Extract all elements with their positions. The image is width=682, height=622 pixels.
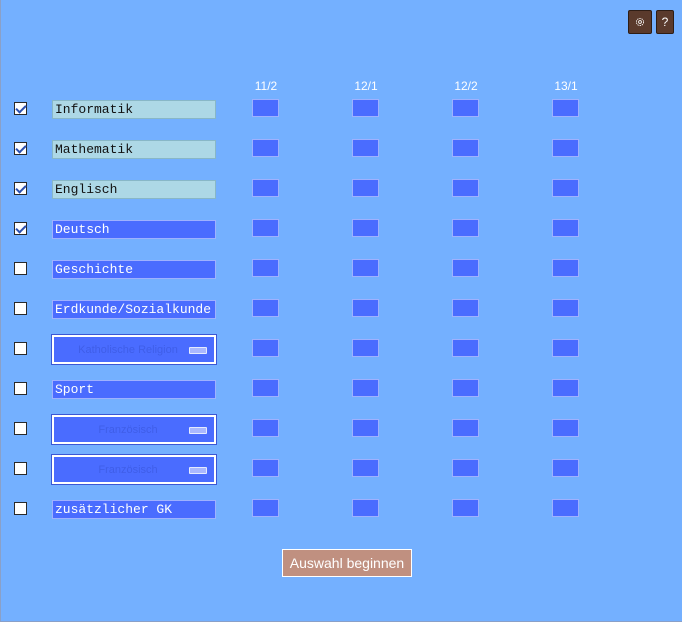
semester-cell[interactable]: [552, 299, 579, 317]
settings-gear-icon: [636, 18, 644, 26]
semester-cell[interactable]: [252, 379, 279, 397]
subject-checkbox-8[interactable]: [14, 382, 27, 395]
semester-cell[interactable]: [252, 99, 279, 117]
subject-field-11[interactable]: zusätzlicher GK: [52, 500, 216, 519]
column-header-4: 13/1: [554, 79, 578, 93]
semester-cell[interactable]: [252, 299, 279, 317]
semester-cell[interactable]: [452, 499, 479, 517]
start-selection-button[interactable]: Auswahl beginnen: [282, 549, 412, 577]
semester-cell[interactable]: [352, 259, 379, 277]
semester-cell[interactable]: [352, 499, 379, 517]
semester-cell[interactable]: [452, 219, 479, 237]
subject-dropdown-label: Katholische Religion: [78, 343, 178, 356]
semester-cell[interactable]: [352, 219, 379, 237]
semester-cell[interactable]: [452, 299, 479, 317]
semester-cell[interactable]: [252, 499, 279, 517]
help-icon: ?: [661, 15, 669, 29]
semester-cell[interactable]: [452, 379, 479, 397]
semester-cell[interactable]: [452, 419, 479, 437]
semester-cell[interactable]: [552, 259, 579, 277]
subject-checkbox-9[interactable]: [14, 422, 27, 435]
help-button[interactable]: ?: [656, 10, 674, 34]
semester-cell[interactable]: [452, 99, 479, 117]
subject-dropdown-7[interactable]: Katholische Religion: [51, 334, 217, 365]
semester-cell[interactable]: [352, 299, 379, 317]
semester-cell[interactable]: [552, 219, 579, 237]
settings-button[interactable]: [628, 10, 652, 34]
dropdown-arrow-icon: [189, 347, 207, 354]
semester-cell[interactable]: [552, 379, 579, 397]
semester-cell[interactable]: [352, 379, 379, 397]
semester-cell[interactable]: [352, 419, 379, 437]
subject-field-6[interactable]: Erdkunde/Sozialkunde: [52, 300, 216, 319]
subject-dropdown-9[interactable]: Französisch: [51, 414, 217, 445]
column-header-3: 12/2: [454, 79, 478, 93]
semester-cell[interactable]: [252, 219, 279, 237]
semester-cell[interactable]: [352, 99, 379, 117]
subject-field-5[interactable]: Geschichte: [52, 260, 216, 279]
subject-field-3[interactable]: Englisch: [52, 180, 216, 199]
semester-cell[interactable]: [252, 139, 279, 157]
subject-field-2[interactable]: Mathematik: [52, 140, 216, 159]
dropdown-arrow-icon: [189, 427, 207, 434]
semester-cell[interactable]: [352, 459, 379, 477]
subject-checkbox-7[interactable]: [14, 342, 27, 355]
subject-dropdown-label: Französisch: [98, 423, 158, 436]
subject-checkbox-6[interactable]: [14, 302, 27, 315]
semester-cell[interactable]: [252, 179, 279, 197]
semester-cell[interactable]: [552, 459, 579, 477]
semester-cell[interactable]: [552, 99, 579, 117]
subject-checkbox-1[interactable]: [14, 102, 27, 115]
semester-cell[interactable]: [552, 419, 579, 437]
semester-cell[interactable]: [452, 459, 479, 477]
column-header-2: 12/1: [354, 79, 378, 93]
subject-dropdown-10[interactable]: Französisch: [51, 454, 217, 485]
semester-cell[interactable]: [452, 139, 479, 157]
semester-cell[interactable]: [252, 339, 279, 357]
column-header-1: 11/2: [254, 79, 278, 93]
subject-field-4[interactable]: Deutsch: [52, 220, 216, 239]
semester-cell[interactable]: [552, 139, 579, 157]
semester-cell[interactable]: [452, 259, 479, 277]
subject-checkbox-4[interactable]: [14, 222, 27, 235]
semester-cell[interactable]: [252, 259, 279, 277]
semester-cell[interactable]: [252, 419, 279, 437]
semester-cell[interactable]: [452, 339, 479, 357]
semester-cell[interactable]: [552, 499, 579, 517]
semester-cell[interactable]: [552, 179, 579, 197]
subject-checkbox-3[interactable]: [14, 182, 27, 195]
semester-cell[interactable]: [552, 339, 579, 357]
subject-checkbox-10[interactable]: [14, 462, 27, 475]
semester-cell[interactable]: [452, 179, 479, 197]
subject-field-1[interactable]: Informatik: [52, 100, 216, 119]
semester-cell[interactable]: [352, 339, 379, 357]
subject-dropdown-label: Französisch: [98, 463, 158, 476]
subject-field-8[interactable]: Sport: [52, 380, 216, 399]
dropdown-arrow-icon: [189, 467, 207, 474]
semester-cell[interactable]: [352, 179, 379, 197]
subject-checkbox-2[interactable]: [14, 142, 27, 155]
subject-checkbox-11[interactable]: [14, 502, 27, 515]
semester-cell[interactable]: [252, 459, 279, 477]
semester-cell[interactable]: [352, 139, 379, 157]
subject-checkbox-5[interactable]: [14, 262, 27, 275]
